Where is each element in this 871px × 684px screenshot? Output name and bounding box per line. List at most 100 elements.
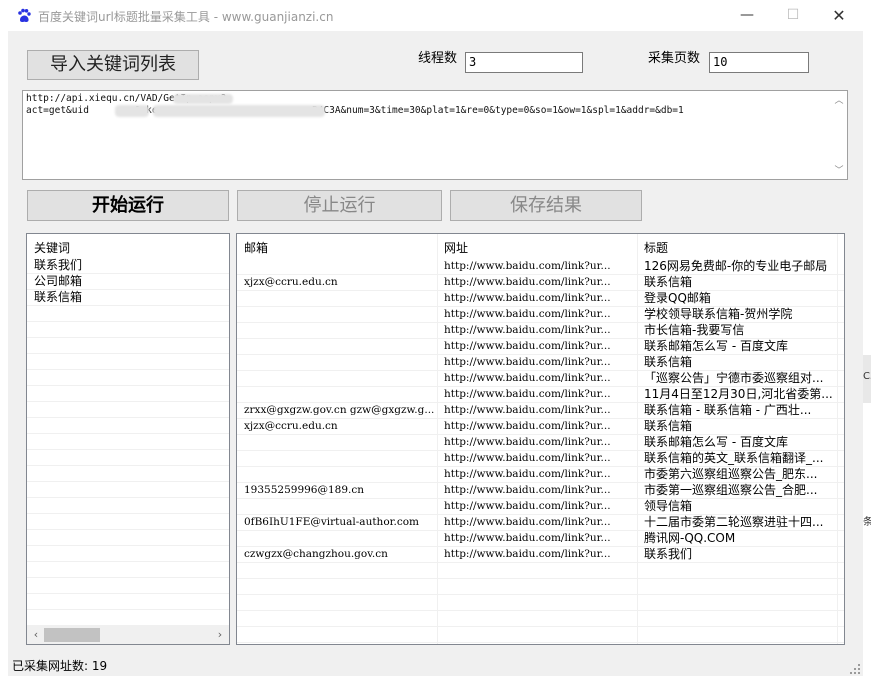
- empty-row: [27, 338, 229, 354]
- empty-row: [27, 306, 229, 322]
- results-table[interactable]: 邮箱 网址 标题 http://www.baidu.com/link?ur...…: [236, 233, 845, 645]
- table-row[interactable]: czwgzx@changzhou.gov.cn http://www.baidu.…: [237, 547, 844, 563]
- keyword-horizontal-scrollbar[interactable]: ‹ ›: [27, 626, 229, 644]
- url-cell: http://www.baidu.com/link?ur...: [444, 436, 611, 448]
- title-cell: 「巡察公告」宁德市委巡察组对...: [644, 371, 824, 385]
- empty-row: [27, 402, 229, 418]
- scroll-down-icon[interactable]: ﹀: [831, 163, 847, 176]
- email-cell: [244, 291, 442, 307]
- url-cell: http://www.baidu.com/link?ur...: [444, 356, 611, 368]
- scroll-left-icon[interactable]: ‹: [29, 628, 43, 641]
- resize-grip-icon[interactable]: [848, 662, 862, 676]
- email-cell: [244, 435, 442, 451]
- empty-row: [27, 322, 229, 338]
- url-cell: http://www.baidu.com/link?ur...: [444, 500, 611, 512]
- stop-button[interactable]: 停止运行: [237, 190, 442, 221]
- email-cell: czwgzx@changzhou.gov.cn: [244, 548, 388, 560]
- title-cell: 126网易免费邮-你的专业电子邮局: [644, 259, 828, 273]
- keyword-list[interactable]: 关键词 联系我们 公司邮箱 联系信箱 ‹ ›: [26, 233, 230, 645]
- keyword-item[interactable]: 联系我们: [27, 258, 229, 274]
- email-cell: [244, 339, 442, 355]
- email-column-header[interactable]: 邮箱: [244, 239, 268, 256]
- maximize-button[interactable]: ☐: [770, 0, 816, 31]
- table-row[interactable]: http://www.baidu.com/link?ur... 11月4日至12月…: [237, 387, 844, 403]
- empty-row: [27, 418, 229, 434]
- empty-row: [27, 354, 229, 370]
- scrollbar-thumb[interactable]: [44, 628, 100, 642]
- url-cell: http://www.baidu.com/link?ur...: [444, 260, 611, 272]
- title-cell: 联系信箱 - 联系信箱 - 广西壮...: [644, 403, 812, 417]
- threads-input[interactable]: 3: [465, 52, 583, 73]
- title-cell: 市委第一巡察组巡察公告_合肥...: [644, 483, 818, 497]
- table-row[interactable]: http://www.baidu.com/link?ur... 「巡察公告」宁德市…: [237, 371, 844, 387]
- title-column-header[interactable]: 标题: [644, 239, 668, 256]
- minimize-button[interactable]: —: [724, 0, 770, 31]
- table-row[interactable]: http://www.baidu.com/link?ur... 领导信箱: [237, 499, 844, 515]
- window-title: 百度关键词url标题批量采集工具 - www.guanjianzi.cn: [38, 10, 334, 24]
- table-row[interactable]: xjzx@ccru.edu.cn http://www.baidu.com/lin…: [237, 275, 844, 291]
- url-cell: http://www.baidu.com/link?ur...: [444, 452, 611, 464]
- title-cell: 学校领导联系信箱-贺州学院: [644, 307, 793, 321]
- empty-row: [237, 595, 844, 611]
- table-row[interactable]: http://www.baidu.com/link?ur... 市长信箱-我要写信: [237, 323, 844, 339]
- scroll-up-icon[interactable]: ︿: [831, 93, 847, 106]
- start-button[interactable]: 开始运行: [27, 190, 229, 221]
- email-cell: xjzx@ccru.edu.cn: [244, 420, 338, 432]
- empty-row: [27, 386, 229, 402]
- api-textarea-scrollbar[interactable]: ︿ ﹀: [831, 91, 847, 179]
- url-cell: http://www.baidu.com/link?ur...: [444, 276, 611, 288]
- pages-label: 采集页数: [648, 51, 701, 66]
- keyword-column-header[interactable]: 关键词: [34, 239, 70, 256]
- table-row[interactable]: http://www.baidu.com/link?ur... 登录QQ邮箱: [237, 291, 844, 307]
- email-cell: 0fB6IhU1FE@virtual-author.com: [244, 516, 419, 528]
- url-cell: http://www.baidu.com/link?ur...: [444, 388, 611, 400]
- baidu-paw-icon: [18, 8, 31, 23]
- background-fragment-a: C3: [863, 371, 871, 382]
- url-cell: http://www.baidu.com/link?ur...: [444, 404, 611, 416]
- title-cell: 市委第六巡察组巡察公告_肥东...: [644, 467, 818, 481]
- empty-row: [27, 514, 229, 530]
- title-cell: 市长信箱-我要写信: [644, 323, 745, 337]
- email-cell: [244, 467, 442, 483]
- title-cell: 领导信箱: [644, 499, 693, 513]
- api-url-textarea[interactable]: http://api.xiequ.cn/VAD/GetIp.aspx? act=…: [22, 90, 848, 180]
- empty-row: [27, 610, 229, 626]
- title-cell: 联系邮箱怎么写 - 百度文库: [644, 435, 788, 449]
- table-row[interactable]: http://www.baidu.com/link?ur... 126网易免费邮-…: [237, 259, 844, 275]
- title-cell: 联系我们: [644, 547, 693, 561]
- table-row[interactable]: xjzx@ccru.edu.cn http://www.baidu.com/lin…: [237, 419, 844, 435]
- close-button[interactable]: ✕: [816, 0, 862, 31]
- title-cell: 联系信箱: [644, 419, 693, 433]
- title-cell: 十二届市委第二轮巡察进驻十四...: [644, 515, 824, 529]
- empty-row: [27, 466, 229, 482]
- table-row[interactable]: http://www.baidu.com/link?ur... 学校领导联系信箱-…: [237, 307, 844, 323]
- redaction-blur: [173, 94, 233, 104]
- table-row[interactable]: http://www.baidu.com/link?ur... 市委第六巡察组巡察…: [237, 467, 844, 483]
- url-cell: http://www.baidu.com/link?ur...: [444, 308, 611, 320]
- email-cell: [244, 531, 442, 547]
- table-row[interactable]: zrxx@gxgzw.gov.cn gzw@gxgzw.g... http://w…: [237, 403, 844, 419]
- table-row[interactable]: http://www.baidu.com/link?ur... 联系邮箱怎么写 -…: [237, 435, 844, 451]
- url-column-header[interactable]: 网址: [444, 239, 468, 256]
- empty-row: [27, 578, 229, 594]
- keyword-item[interactable]: 公司邮箱: [27, 274, 229, 290]
- import-keywords-button[interactable]: 导入关键词列表: [27, 50, 199, 80]
- table-row[interactable]: 0fB6IhU1FE@virtual-author.com http://www.…: [237, 515, 844, 531]
- save-results-button[interactable]: 保存结果: [450, 190, 642, 221]
- email-cell: zrxx@gxgzw.gov.cn gzw@gxgzw.g...: [244, 404, 435, 416]
- empty-row: [237, 611, 844, 627]
- background-window-edge: C3 条: [863, 31, 871, 684]
- redaction-blur: [153, 105, 325, 117]
- scroll-right-icon[interactable]: ›: [213, 628, 227, 641]
- threads-label: 线程数: [418, 51, 458, 66]
- table-row[interactable]: http://www.baidu.com/link?ur... 腾讯网-QQ.CO…: [237, 531, 844, 547]
- empty-row: [27, 594, 229, 610]
- keyword-item[interactable]: 联系信箱: [27, 290, 229, 306]
- table-row[interactable]: 19355259996@189.cn http://www.baidu.com/l…: [237, 483, 844, 499]
- email-cell: [244, 451, 442, 467]
- table-row[interactable]: http://www.baidu.com/link?ur... 联系邮箱怎么写 -…: [237, 339, 844, 355]
- table-row[interactable]: http://www.baidu.com/link?ur... 联系信箱: [237, 355, 844, 371]
- pages-input[interactable]: 10: [709, 52, 809, 73]
- url-cell: http://www.baidu.com/link?ur...: [444, 548, 611, 560]
- table-row[interactable]: http://www.baidu.com/link?ur... 联系信箱的英文_联…: [237, 451, 844, 467]
